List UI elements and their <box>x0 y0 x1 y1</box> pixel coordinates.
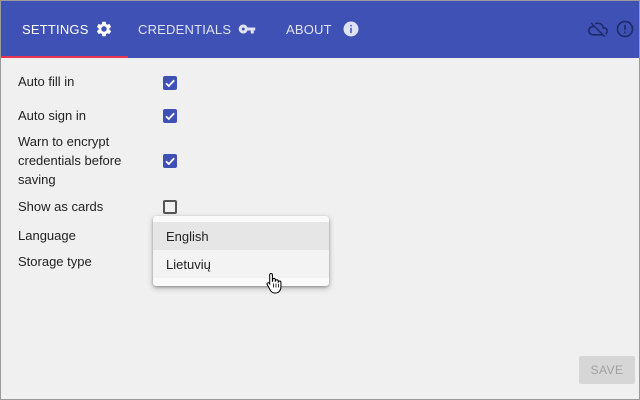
tab-settings-label: SETTINGS <box>22 21 89 37</box>
save-button[interactable]: SAVE <box>579 356 635 384</box>
storage-type-label: Storage type <box>18 254 92 269</box>
auto-fill-label: Auto fill in <box>18 74 75 89</box>
auto-sign-checkbox[interactable] <box>163 109 177 123</box>
language-menu: English Lietuvių <box>153 216 329 286</box>
tab-indicator <box>0 56 128 58</box>
language-option-english[interactable]: English <box>153 222 329 250</box>
show-cards-checkbox[interactable] <box>163 200 177 214</box>
gear-icon <box>95 20 113 38</box>
tab-credentials-label: CREDENTIALS <box>138 21 232 37</box>
show-cards-label: Show as cards <box>18 199 104 214</box>
warn-encrypt-label: Warn to encrypt credentials before savin… <box>18 132 121 189</box>
warn-encrypt-label-line-3: saving <box>18 172 56 187</box>
language-label: Language <box>18 228 76 243</box>
check-icon <box>165 112 175 121</box>
info-icon <box>342 20 360 38</box>
auto-fill-checkbox[interactable] <box>163 76 177 90</box>
alert-icon[interactable] <box>615 19 635 39</box>
warn-encrypt-checkbox[interactable] <box>163 154 177 168</box>
check-icon <box>165 157 175 166</box>
warn-encrypt-label-line-2: credentials before <box>18 153 122 168</box>
app-bar: SETTINGS CREDENTIALS ABOUT <box>0 0 640 58</box>
language-option-lietuviu[interactable]: Lietuvių <box>153 250 329 278</box>
cloud-off-icon[interactable] <box>588 19 608 39</box>
tab-credentials[interactable]: CREDENTIALS <box>138 0 257 58</box>
warn-encrypt-label-line-1: Warn to encrypt <box>18 134 110 149</box>
tab-settings[interactable]: SETTINGS <box>22 0 113 58</box>
check-icon <box>165 79 175 88</box>
key-icon <box>237 20 257 38</box>
auto-sign-label: Auto sign in <box>18 108 86 123</box>
tab-about[interactable]: ABOUT <box>286 0 360 58</box>
tab-about-label: ABOUT <box>286 21 332 37</box>
